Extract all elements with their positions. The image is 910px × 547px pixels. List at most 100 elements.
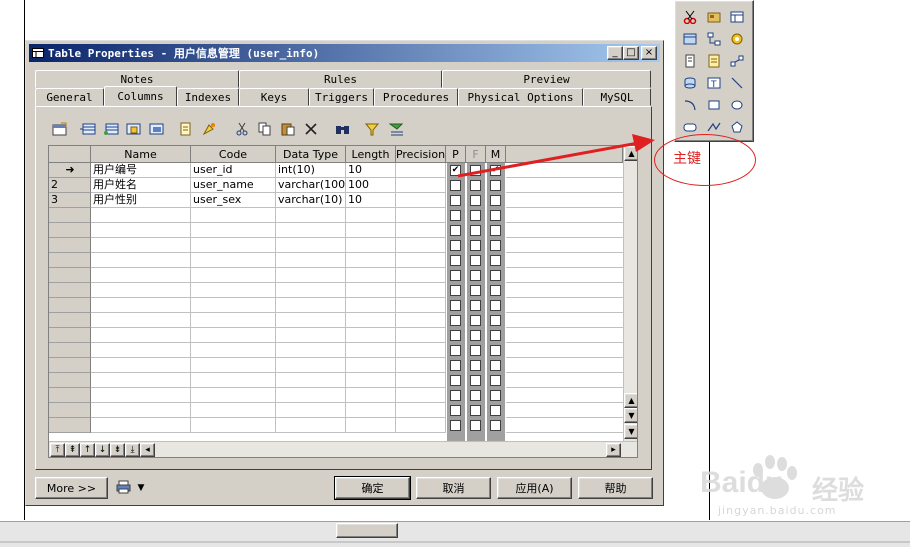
scroll-page-down-icon[interactable]: ▼ xyxy=(624,408,637,423)
scroll-thumb[interactable] xyxy=(336,523,398,538)
table-cell[interactable] xyxy=(191,388,276,403)
table-cell[interactable] xyxy=(191,418,276,433)
table-cell[interactable] xyxy=(191,268,276,283)
checkbox[interactable] xyxy=(490,315,501,326)
tab-preview[interactable]: Preview xyxy=(442,70,651,88)
tab-indexes[interactable]: Indexes xyxy=(177,88,239,106)
row-header[interactable] xyxy=(49,358,91,373)
table-cell[interactable] xyxy=(396,268,446,283)
table-cell[interactable] xyxy=(396,328,446,343)
table-cell[interactable] xyxy=(91,358,191,373)
checkbox[interactable] xyxy=(470,375,481,386)
tab-keys[interactable]: Keys xyxy=(239,88,309,106)
table-cell[interactable] xyxy=(91,388,191,403)
checkbox[interactable] xyxy=(450,225,461,236)
checkbox[interactable] xyxy=(470,165,481,176)
close-button[interactable]: × xyxy=(641,46,657,60)
checkbox[interactable]: ✔ xyxy=(450,165,461,176)
row-header[interactable] xyxy=(49,388,91,403)
table-cell[interactable] xyxy=(91,403,191,418)
table-cell[interactable] xyxy=(191,298,276,313)
checkbox[interactable] xyxy=(470,360,481,371)
cancel-button[interactable]: 取消 xyxy=(416,477,491,499)
checkbox[interactable] xyxy=(450,420,461,431)
checkbox[interactable] xyxy=(490,240,501,251)
checkbox[interactable] xyxy=(490,405,501,416)
table-cell[interactable] xyxy=(346,403,396,418)
checkbox[interactable] xyxy=(490,360,501,371)
checkbox[interactable] xyxy=(470,345,481,356)
checkbox[interactable] xyxy=(450,405,461,416)
table-cell[interactable] xyxy=(346,328,396,343)
checkbox[interactable] xyxy=(450,330,461,341)
table-cell[interactable] xyxy=(346,253,396,268)
tab-general[interactable]: General xyxy=(35,88,104,106)
ellipse-tool-icon[interactable] xyxy=(727,96,747,114)
checkbox[interactable] xyxy=(470,240,481,251)
columns-grid[interactable]: Name Code Data Type Length Precision P F M ➜ 用户编号… xyxy=(48,145,638,458)
table-cell[interactable] xyxy=(191,253,276,268)
filter-icon[interactable] xyxy=(364,120,382,138)
table-cell[interactable] xyxy=(396,223,446,238)
table-cell[interactable] xyxy=(191,208,276,223)
row-header[interactable]: 3 xyxy=(49,193,91,208)
table-cell[interactable] xyxy=(276,418,346,433)
row-header[interactable] xyxy=(49,403,91,418)
row-header[interactable] xyxy=(49,238,91,253)
table-cell[interactable] xyxy=(346,298,396,313)
table-cell[interactable] xyxy=(346,238,396,253)
checkbox[interactable] xyxy=(450,270,461,281)
checkbox[interactable] xyxy=(450,285,461,296)
horizontal-scrollbar[interactable]: ⤒ ⇞ ↑ ↓ ⇟ ⤓ ◂ ▸ xyxy=(49,441,637,457)
copy-icon[interactable] xyxy=(256,120,274,138)
tab-columns[interactable]: Columns xyxy=(104,86,177,106)
dialog-titlebar[interactable]: Table Properties - 用户信息管理 (user_info) _ … xyxy=(29,44,660,62)
text-tool-icon[interactable]: T xyxy=(704,74,724,92)
table-cell[interactable] xyxy=(396,283,446,298)
delete-icon[interactable] xyxy=(302,120,320,138)
table-cell[interactable] xyxy=(396,418,446,433)
table-cell[interactable] xyxy=(276,223,346,238)
column-header[interactable]: Precision xyxy=(396,146,446,163)
column-header[interactable]: M xyxy=(486,146,506,163)
table-cell[interactable]: 用户性别 xyxy=(91,193,191,208)
checkbox[interactable] xyxy=(450,300,461,311)
table-cell[interactable]: user_id xyxy=(191,163,276,178)
checkbox[interactable] xyxy=(450,195,461,206)
help-button[interactable]: 帮助 xyxy=(578,477,653,499)
row-header[interactable] xyxy=(49,328,91,343)
row-header[interactable] xyxy=(49,418,91,433)
move-page-up-icon[interactable]: ⇞ xyxy=(65,443,80,457)
scroll-left-icon[interactable]: ◂ xyxy=(140,443,155,457)
checkbox[interactable] xyxy=(470,180,481,191)
table-cell[interactable] xyxy=(276,373,346,388)
table-cell[interactable] xyxy=(191,328,276,343)
table-cell[interactable]: 用户编号 xyxy=(91,163,191,178)
table-cell[interactable] xyxy=(346,418,396,433)
checkbox[interactable] xyxy=(450,210,461,221)
table-cell[interactable]: varchar(10) xyxy=(276,193,346,208)
table-cell[interactable] xyxy=(91,283,191,298)
table-cell[interactable] xyxy=(276,283,346,298)
table-cell[interactable] xyxy=(191,358,276,373)
column-header[interactable]: F xyxy=(466,146,486,163)
table-cell[interactable] xyxy=(346,358,396,373)
checkbox[interactable]: ✔ xyxy=(490,165,501,176)
canvas-horizontal-scrollbar[interactable] xyxy=(0,521,910,547)
add-row-icon[interactable] xyxy=(102,120,120,138)
row-header[interactable] xyxy=(49,343,91,358)
row-header[interactable] xyxy=(49,298,91,313)
arc-tool-icon[interactable] xyxy=(680,96,700,114)
maximize-button[interactable]: □ xyxy=(623,46,639,60)
checkbox[interactable] xyxy=(470,300,481,311)
checkbox[interactable] xyxy=(470,405,481,416)
table-cell[interactable]: varchar(100) xyxy=(276,178,346,193)
apply-button[interactable]: 应用(A) xyxy=(497,477,572,499)
cut-icon[interactable] xyxy=(233,120,251,138)
move-bottom-icon[interactable]: ⤓ xyxy=(125,443,140,457)
checkbox[interactable] xyxy=(470,255,481,266)
checkbox[interactable] xyxy=(490,345,501,356)
checkbox[interactable] xyxy=(470,270,481,281)
table-cell[interactable] xyxy=(396,208,446,223)
checkbox[interactable] xyxy=(470,285,481,296)
